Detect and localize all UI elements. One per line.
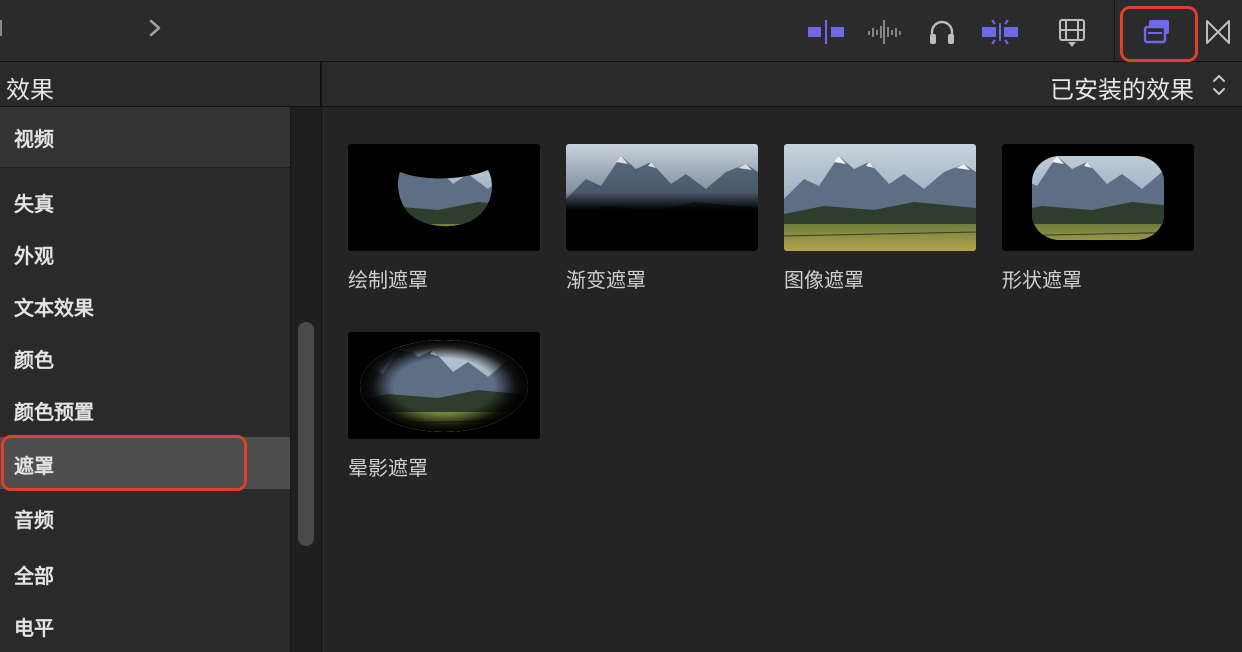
effect-label: 绘制遮罩 [348, 268, 428, 292]
sidebar-item-label: 外观 [14, 244, 54, 268]
effect-thumb-draw-mask[interactable] [348, 144, 540, 251]
sidebar-item-label: 文本效果 [14, 296, 94, 320]
sidebar-item-distortion[interactable]: 失真 [0, 176, 290, 226]
sidebar-scrollbar[interactable] [298, 322, 314, 546]
effect-label: 图像遮罩 [784, 268, 864, 292]
effect-label: 形状遮罩 [1002, 268, 1082, 292]
film-strip-icon[interactable] [1052, 12, 1092, 52]
chevron-right-icon[interactable] [146, 16, 166, 40]
effect-thumb-gradient-mask[interactable] [566, 144, 758, 251]
audio-waveform-icon[interactable] [864, 12, 904, 52]
effects-header: 效果 [0, 62, 320, 107]
headphones-icon[interactable] [922, 12, 962, 52]
sidebar-item-label: 音频 [14, 508, 54, 532]
effect-thumb-image-mask[interactable] [784, 144, 976, 251]
sidebar-item-label: 全部 [14, 564, 54, 588]
sidebar-item-color[interactable]: 颜色 [0, 332, 290, 382]
sidebar-item-levels[interactable]: 电平 [0, 600, 290, 650]
sidebar-item-label: 颜色 [14, 348, 54, 372]
clip-position-icon[interactable] [806, 12, 846, 52]
sidebar-item-looks[interactable]: 外观 [0, 228, 290, 278]
effects-browser-highlight [1120, 6, 1198, 62]
sidebar-item-label: 颜色预置 [14, 400, 94, 424]
effect-label: 晕影遮罩 [348, 456, 428, 480]
effect-thumb-vignette-mask[interactable] [348, 332, 540, 439]
category-group-label: 视频 [14, 127, 54, 151]
effect-label: 渐变遮罩 [566, 268, 646, 292]
updown-chevron-icon[interactable] [1210, 72, 1228, 98]
sidebar-item-color-presets[interactable]: 颜色预置 [0, 384, 290, 434]
sidebar-item-label: 电平 [14, 616, 54, 640]
effects-title: 效果 [6, 76, 54, 104]
sidebar-item-text-effects[interactable]: 文本效果 [0, 280, 290, 330]
transitions-icon[interactable] [1198, 12, 1238, 52]
sidebar-item-label: 失真 [14, 192, 54, 216]
category-group-video[interactable]: 视频 [0, 107, 290, 168]
sidebar-item-audio[interactable]: 音频 [0, 492, 290, 542]
edge-marker [0, 20, 2, 40]
library-header: 已安装的效果 [322, 62, 1242, 107]
effect-thumb-shape-mask[interactable] [1002, 144, 1194, 251]
sidebar-item-all[interactable]: 全部 [0, 548, 290, 598]
snapping-icon[interactable] [980, 12, 1020, 52]
toolbar-divider [1114, 0, 1115, 61]
masks-highlight [1, 435, 247, 491]
top-toolbar [0, 0, 1242, 62]
installed-effects-popup[interactable]: 已安装的效果 [1050, 70, 1194, 105]
